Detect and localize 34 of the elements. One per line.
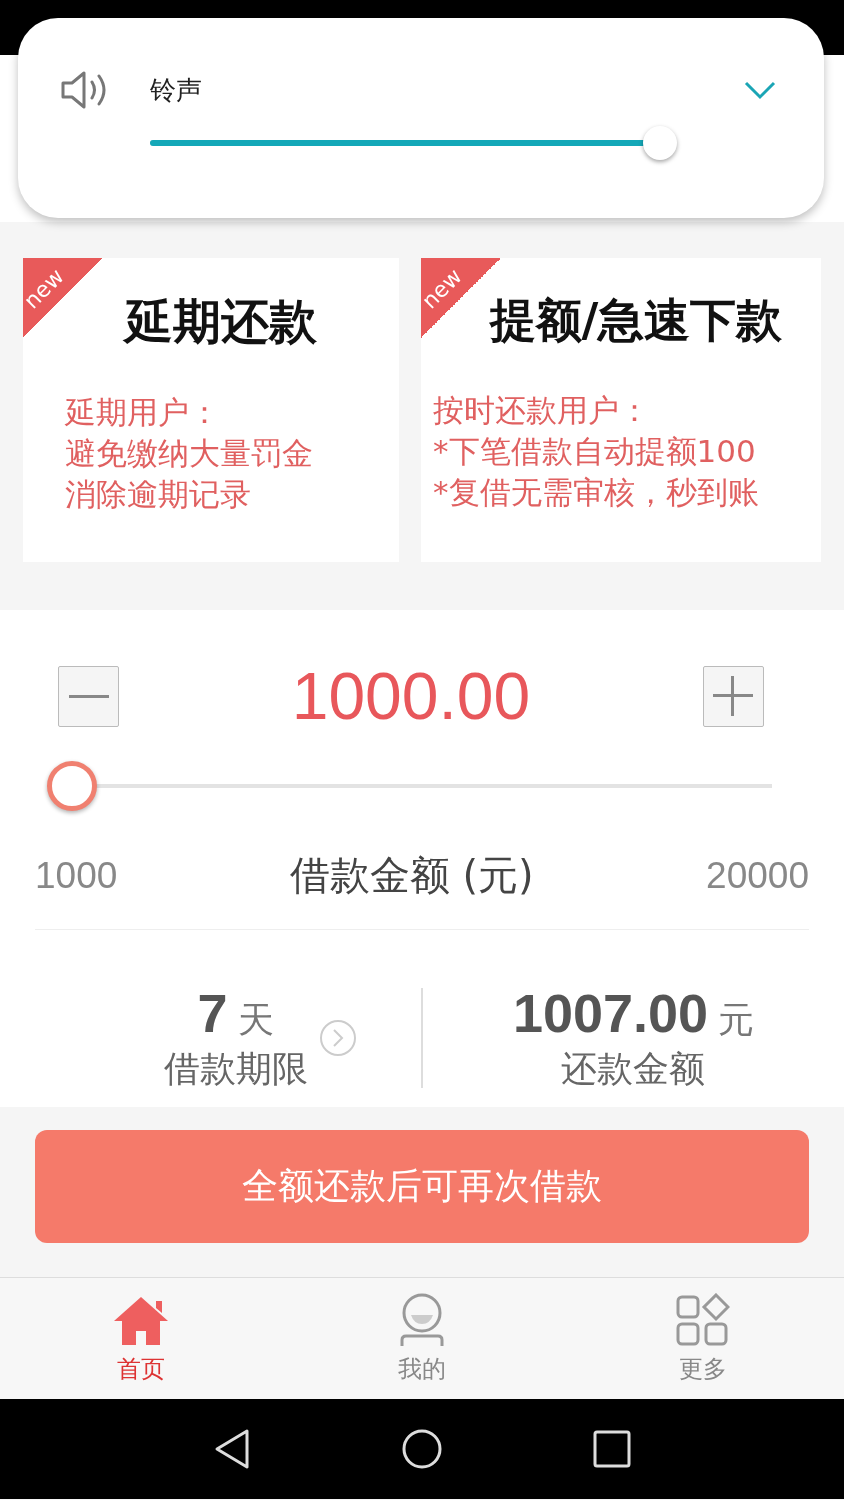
repay-button[interactable]: 全额还款后可再次借款	[35, 1130, 809, 1243]
tab[interactable]: 更多	[633, 1278, 774, 1399]
card-text: 延期用户：	[65, 393, 221, 432]
repay-unit: 元	[718, 998, 755, 1042]
chevron-right-icon[interactable]	[317, 1018, 358, 1058]
volume-label: 铃声	[150, 73, 203, 107]
slider-thumb[interactable]	[643, 126, 678, 160]
term-value: 7	[197, 982, 228, 1044]
minus-button[interactable]	[58, 665, 119, 727]
user-icon	[399, 1293, 445, 1347]
amount-value: 1000.00	[291, 658, 531, 734]
card-text: *复借无需审核，秒到账	[433, 473, 760, 512]
chevron-down-icon[interactable]	[744, 80, 776, 100]
tab[interactable]: 首页	[70, 1278, 211, 1399]
term-label: 借款期限	[163, 1047, 308, 1091]
grid-icon	[676, 1293, 731, 1347]
amount-label: 借款金额 (元)	[289, 851, 534, 900]
repay-value: 1007.00	[512, 982, 709, 1044]
repay-label: 还款金额	[561, 1047, 706, 1091]
tab[interactable]: 我的	[352, 1278, 492, 1399]
plus-button[interactable]	[703, 665, 764, 727]
plus-icon	[713, 676, 754, 716]
min-amount: 1000	[35, 854, 118, 897]
recents-icon[interactable]	[593, 1430, 631, 1468]
card-text: 消除逾期记录	[65, 475, 252, 514]
card-text: 按时还款用户：	[433, 391, 651, 430]
home-icon[interactable]	[401, 1428, 443, 1470]
term-unit: 天	[237, 998, 274, 1042]
minus-icon	[68, 694, 109, 698]
slider-thumb[interactable]	[47, 761, 97, 811]
max-amount: 20000	[706, 854, 809, 897]
card-text: 避免缴纳大量罚金	[65, 434, 314, 473]
card-text: *下笔借款自动提额100	[433, 432, 757, 471]
back-icon[interactable]	[213, 1428, 251, 1470]
